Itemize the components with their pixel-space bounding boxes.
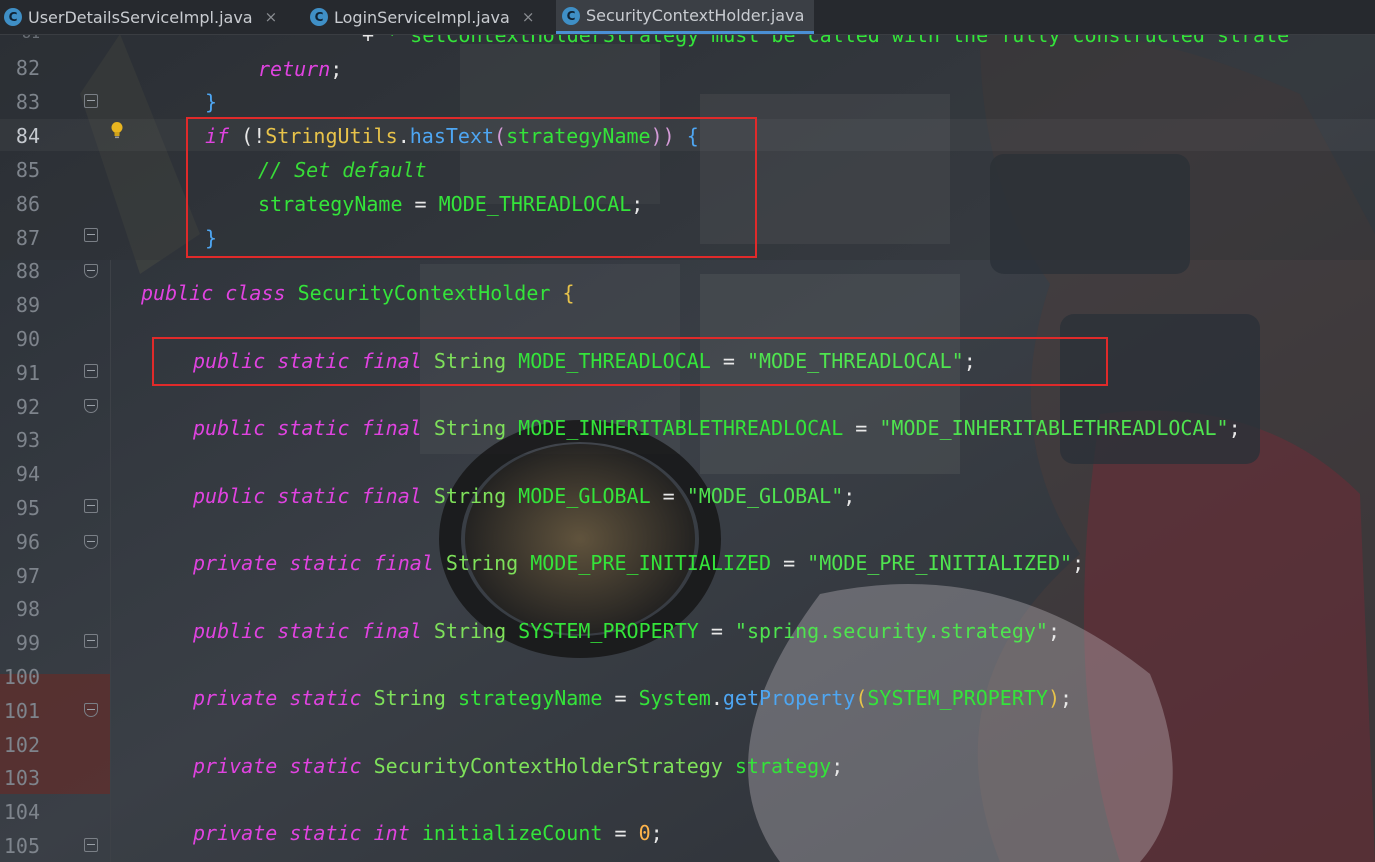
code-line-92: public static final String MODE_INHERITA… xyxy=(193,416,1241,440)
tab-label: LoginServiceImpl.java xyxy=(334,7,510,27)
code-line-104: private static int initializeCount = 0; xyxy=(193,821,663,845)
editor-tab-bar: C UserDetailsServiceImpl.java × C LoginS… xyxy=(0,0,1375,35)
close-icon[interactable]: × xyxy=(265,8,278,26)
tab-label: SecurityContextHolder.java xyxy=(586,6,805,25)
code-line-102: private static SecurityContextHolderStra… xyxy=(193,754,844,778)
code-line-82: return; xyxy=(258,57,343,81)
tab-userdetailsserviceimpl[interactable]: C UserDetailsServiceImpl.java × xyxy=(4,0,277,34)
tab-securitycontextholder[interactable]: C SecurityContextHolder.java xyxy=(556,0,815,34)
java-class-icon: C xyxy=(310,8,328,26)
code-line-100: private static String strategyName = Sys… xyxy=(193,686,1073,710)
highlight-box-mode-threadlocal xyxy=(152,337,1108,386)
java-class-icon: C xyxy=(562,6,580,25)
highlight-box-default-strategy xyxy=(186,117,757,258)
tab-label: UserDetailsServiceImpl.java xyxy=(28,7,253,27)
tab-loginserviceimpl[interactable]: C LoginServiceImpl.java × xyxy=(310,0,534,34)
java-class-icon: C xyxy=(4,8,22,26)
code-line-83: } xyxy=(205,90,218,114)
code-line-96: private static final String MODE_PRE_INI… xyxy=(193,551,1085,575)
code-line-94: public static final String MODE_GLOBAL =… xyxy=(193,484,856,508)
code-line-98: public static final String SYSTEM_PROPER… xyxy=(193,619,1061,643)
code-line-88: public class SecurityContextHolder { xyxy=(141,281,575,305)
close-icon[interactable]: × xyxy=(522,8,535,26)
